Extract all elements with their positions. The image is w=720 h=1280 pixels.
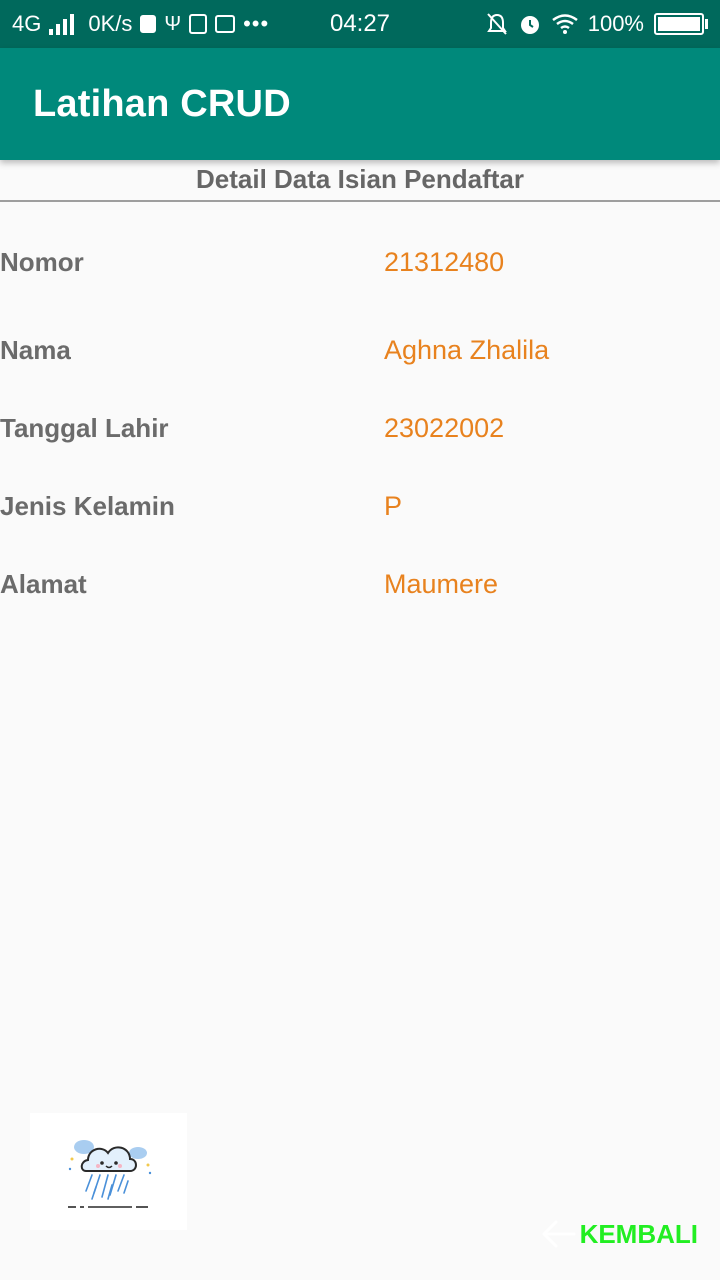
detail-label: Nomor: [0, 247, 84, 277]
app-icon: [189, 14, 208, 34]
detail-label: Nama: [0, 335, 71, 365]
wifi-icon: [551, 14, 578, 34]
detail-row-nama: Nama Aghna Zhalila: [0, 330, 720, 370]
detail-value: 23022002: [384, 413, 505, 443]
detail-row-nomor: Nomor 21312480: [0, 242, 720, 282]
status-left: 4G 0K/s Ψ •••: [12, 0, 269, 48]
signal-icon: [49, 13, 75, 35]
detail-row-jenis-kelamin: Jenis Kelamin P: [0, 486, 720, 526]
detail-value: P: [384, 491, 403, 521]
detail-value: 21312480: [384, 247, 505, 277]
battery-icon: [654, 13, 708, 35]
app-title: Latihan CRUD: [33, 83, 291, 125]
more-icon: •••: [243, 11, 270, 36]
check-icon: [140, 15, 157, 33]
detail-value: Aghna Zhalila: [384, 335, 550, 365]
rain-cloud-icon: [68, 1140, 152, 1208]
back-label: KEMBALI: [579, 1218, 698, 1249]
alarm-icon: [520, 16, 539, 34]
battery-percent: 100%: [587, 11, 644, 36]
usb-icon: Ψ: [164, 12, 182, 35]
detail-row-tanggal-lahir: Tanggal Lahir 23022002: [0, 408, 720, 448]
network-type: 4G: [12, 11, 42, 36]
detail-value: Maumere: [384, 569, 499, 599]
detail-label: Tanggal Lahir: [0, 413, 169, 443]
divider: [0, 200, 720, 202]
mail-icon: [215, 15, 236, 33]
detail-row-alamat: Alamat Maumere: [0, 564, 720, 604]
network-speed: 0K/s: [88, 11, 133, 36]
bell-muted-icon: [486, 13, 507, 35]
back-button[interactable]: KEMBALI: [540, 1212, 698, 1256]
app-bar: Latihan CRUD: [0, 48, 720, 160]
arrow-left-icon: [542, 1220, 576, 1248]
weather-image: [30, 1113, 187, 1230]
section-title: Detail Data Isian Pendaftar: [196, 164, 524, 194]
detail-label: Jenis Kelamin: [0, 491, 175, 521]
detail-label: Alamat: [0, 569, 87, 599]
status-bar: 4G 0K/s Ψ ••• 04:27 100%: [0, 0, 720, 48]
status-right: 100%: [486, 0, 708, 48]
